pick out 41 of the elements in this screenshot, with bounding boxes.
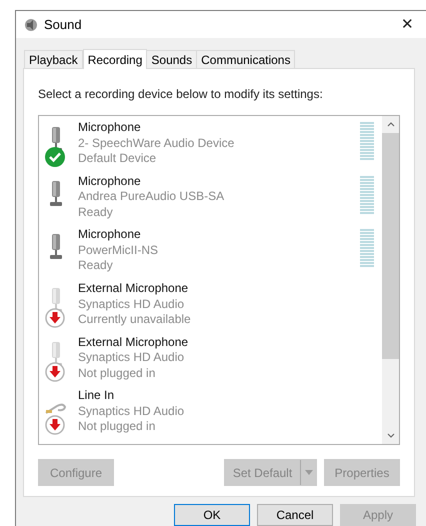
cable-plug-icon [45,401,67,416]
device-item[interactable]: External Microphone Synaptics HD Audio Currently unavailable [39,279,382,333]
scroll-up-icon[interactable] [386,122,394,127]
caret-icon [304,470,312,475]
device-driver: Synaptics HD Audio [78,404,186,420]
device-name: External Microphone [78,334,190,350]
device-item[interactable]: Microphone PowerMicII-NS Ready [39,225,382,280]
device-name: Microphone [78,227,142,243]
device-name: External Microphone [78,281,190,297]
instruction-text: Select a recording device below to modify its settings: [38,86,324,103]
microphone-icon [49,180,63,207]
tab[interactable]: Recording [82,49,148,69]
window-title: Sound [44,16,82,34]
tab[interactable]: Communications [196,50,296,68]
dialog-button[interactable]: Cancel [257,504,333,526]
device-driver: 2- SpeechWare Audio Device [78,136,236,151]
scrollbar-thumb[interactable] [382,133,399,359]
device-status: Not plugged in [78,366,156,382]
dialog-button[interactable]: OK [174,504,250,526]
close-button[interactable]: ✕ [401,17,414,32]
device-status: Not plugged in [78,419,156,435]
device-name: Microphone [78,174,142,190]
device-status: Default Device [78,151,158,166]
speaker-icon [24,18,38,32]
device-item[interactable]: External Microphone Synaptics HD Audio Not plugged in [39,332,382,386]
device-driver: PowerMicII-NS [78,242,160,258]
device-status: Ready [78,258,114,274]
device-driver: Synaptics HD Audio [78,350,186,366]
device-status: Currently unavailable [78,312,192,328]
device-item[interactable]: Microphone Andrea PureAudio USB-SA Ready [39,172,382,226]
device-name: Line In [78,388,116,404]
device-driver: Synaptics HD Audio [78,296,186,312]
tab[interactable]: Playback [24,50,83,68]
device-status: Ready [78,204,114,220]
device-item[interactable]: Microphone 2- SpeechWare Audio Device Default Device [39,118,382,172]
scrollbar[interactable] [382,116,399,444]
device-driver: Andrea PureAudio USB-SA [78,189,226,205]
scroll-down-icon[interactable] [386,433,394,438]
microphone-icon [49,234,63,260]
device-name: Microphone [78,120,142,136]
device-item[interactable]: Line In Synaptics HD Audio Not plugged in [39,386,382,440]
